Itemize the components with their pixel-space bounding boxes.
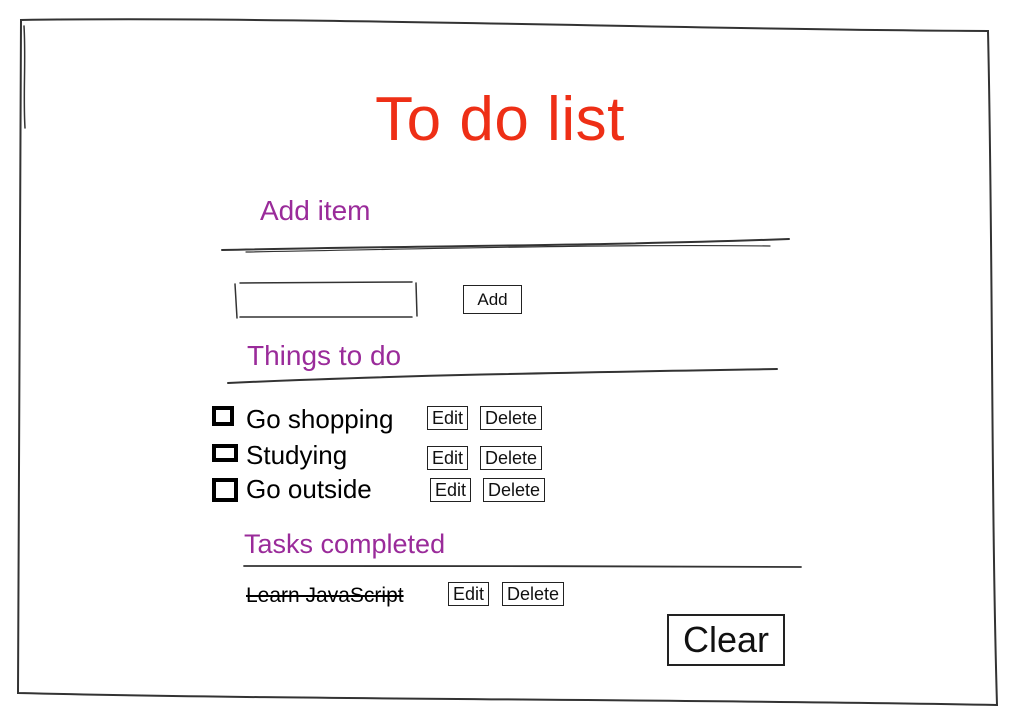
add-item-heading: Add item — [260, 195, 371, 226]
todo-label: Studying — [246, 440, 348, 470]
delete-button[interactable]: Delete — [483, 478, 546, 502]
todo-item: Studying Edit Delete — [212, 440, 572, 472]
edit-button[interactable]: Edit — [427, 406, 469, 430]
edit-button[interactable]: Edit — [448, 582, 490, 606]
edit-button[interactable]: Edit — [427, 446, 469, 470]
page-title: To do list — [375, 85, 625, 154]
clear-button[interactable]: Clear — [667, 614, 785, 666]
things-to-do-heading: Things to do — [247, 340, 402, 371]
add-button[interactable]: Add — [463, 285, 522, 314]
todo-label: Go shopping — [246, 404, 394, 434]
tasks-completed-heading: Tasks completed — [244, 529, 446, 559]
todo-item: Go outside Edit Delete — [212, 474, 572, 506]
new-item-input[interactable] — [235, 282, 415, 316]
edit-button[interactable]: Edit — [430, 478, 472, 502]
todo-checkbox[interactable] — [212, 444, 238, 462]
completed-label: Learn JavaScript — [246, 584, 404, 607]
delete-button[interactable]: Delete — [502, 582, 565, 606]
completed-item: Learn JavaScript Edit Delete — [246, 581, 586, 611]
todo-item: Go shopping Edit Delete — [212, 404, 572, 436]
todo-app-sketch: To do list Add item Add Things to do Go … — [0, 0, 1024, 724]
todo-checkbox[interactable] — [212, 478, 238, 502]
delete-button[interactable]: Delete — [480, 446, 543, 470]
todo-checkbox[interactable] — [212, 406, 234, 426]
delete-button[interactable]: Delete — [480, 406, 543, 430]
todo-label: Go outside — [246, 474, 372, 504]
